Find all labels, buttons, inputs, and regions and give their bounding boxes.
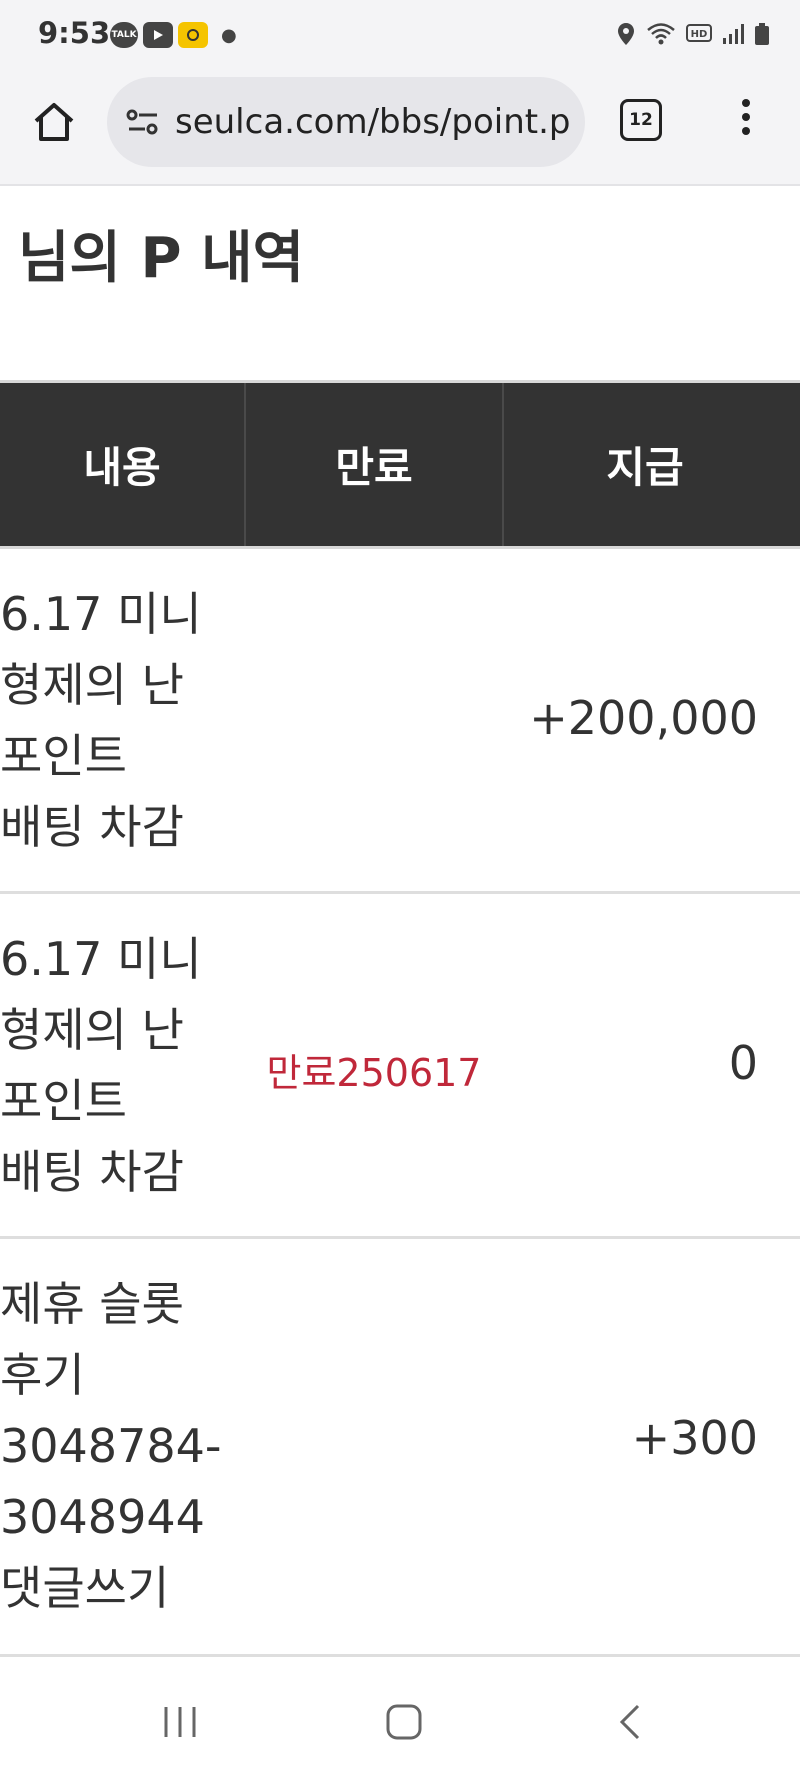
page-title: 님의 P 내역 bbox=[18, 226, 305, 291]
header-amount: 지급 bbox=[606, 443, 684, 492]
status-time: 9:53 bbox=[38, 16, 111, 50]
home-button[interactable] bbox=[26, 94, 82, 150]
header-content: 내용 bbox=[83, 443, 161, 492]
url-text: seulca.com/bbs/point.p bbox=[175, 102, 571, 142]
status-indicators: HD bbox=[616, 22, 770, 46]
table-row: 6.17 미니 형제의 난 포인트 배팅 차감 만료250617 0 bbox=[0, 894, 800, 1239]
battery-icon bbox=[755, 23, 769, 45]
table-header: 내용 만료 지급 bbox=[0, 383, 800, 549]
more-notifications-dot-icon: ● bbox=[221, 24, 237, 46]
row-amount: +200,000 bbox=[529, 691, 758, 745]
talk-icon: TALK bbox=[110, 22, 138, 48]
row-description: 제휴 슬롯 후기 3048784-3048944 댓글쓰기 bbox=[0, 1277, 222, 1615]
more-options-button[interactable] bbox=[728, 92, 764, 142]
tab-switcher-button[interactable]: 12 bbox=[620, 99, 662, 141]
browser-toolbar: seulca.com/bbs/point.p 12 bbox=[0, 72, 800, 186]
location-icon bbox=[618, 23, 634, 45]
address-bar[interactable]: seulca.com/bbs/point.p bbox=[107, 77, 585, 167]
hd-icon: HD bbox=[686, 24, 712, 42]
table-row: 6.17 미니 형제의 난 포인트 배팅 차감 +200,000 bbox=[0, 549, 800, 894]
row-description: 6.17 미니 형제의 난 포인트 배팅 차감 bbox=[0, 587, 202, 854]
back-chevron-icon bbox=[619, 1704, 640, 1740]
row-expiry: 만료250617 bbox=[266, 1051, 482, 1095]
app-icon bbox=[178, 22, 208, 48]
home-icon bbox=[34, 103, 74, 141]
svg-text:HD: HD bbox=[691, 29, 708, 40]
header-expiry: 만료 bbox=[335, 443, 413, 492]
back-button[interactable] bbox=[600, 1700, 660, 1744]
signal-icon bbox=[723, 24, 744, 44]
recent-apps-icon bbox=[164, 1707, 196, 1737]
row-amount: +300 bbox=[631, 1411, 758, 1465]
youtube-icon bbox=[143, 22, 173, 48]
home-nav-button[interactable] bbox=[374, 1700, 434, 1744]
row-description: 6.17 미니 형제의 난 포인트 배팅 차감 bbox=[0, 932, 202, 1199]
notification-icons: TALK ● bbox=[110, 22, 237, 48]
row-amount: 0 bbox=[728, 1036, 758, 1090]
wifi-icon bbox=[647, 23, 675, 45]
more-vertical-icon bbox=[742, 99, 750, 135]
home-square-icon bbox=[386, 1704, 422, 1740]
table-row: 제휴 슬롯 후기 3048784-3048944 댓글쓰기 +300 bbox=[0, 1239, 800, 1657]
site-settings-icon[interactable] bbox=[123, 102, 163, 142]
recent-apps-button[interactable] bbox=[150, 1700, 210, 1744]
system-nav-bar bbox=[0, 1662, 800, 1778]
status-bar: 9:53 TALK ● HD bbox=[0, 0, 800, 72]
